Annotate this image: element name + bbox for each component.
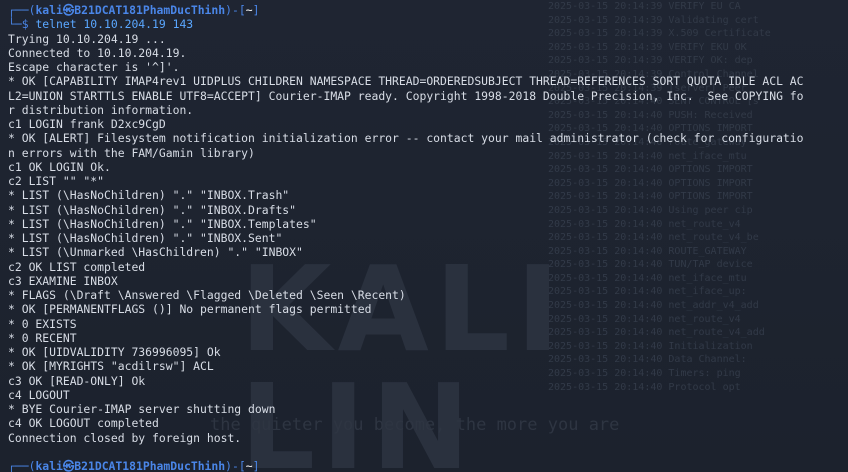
output-line: * OK [CAPABILITY IMAP4rev1 UIDPLUS CHILD… — [8, 74, 804, 89]
output-line: c3 OK [READ-ONLY] Ok — [8, 373, 146, 388]
output-block: Trying 10.10.204.19 ... Connected to 10.1… — [8, 32, 840, 445]
prompt-close: )-[ — [225, 459, 246, 472]
output-line: * OK [ALERT] Filesystem notification ini… — [8, 131, 804, 146]
prompt-path: ~ — [245, 3, 253, 17]
prompt-open: ┌──( — [8, 459, 36, 472]
output-line: c4 LOGOUT — [8, 387, 70, 402]
output-line: c1 LOGIN frank D2xc9CgD — [8, 117, 166, 131]
output-line: r distribution information. — [8, 102, 194, 117]
output-line: * OK [PERMANENTFLAGS ()] No permanent fl… — [8, 302, 372, 317]
output-line: * FLAGS (\Draft \Answered \Flagged \Dele… — [8, 288, 406, 302]
prompt-path: ~ — [245, 459, 253, 472]
terminal-window[interactable]: 2025-03-15 20:14:39 VERIFY EU CA 2025-03… — [0, 0, 848, 472]
output-line: * LIST (\HasNoChildren) "." "INBOX.Trash… — [8, 188, 290, 203]
output-line: * LIST (\HasNoChildren) "." "INBOX.Draft… — [8, 202, 297, 217]
command-text: telnet 10.10.204.19 143 — [35, 17, 194, 32]
output-line: * BYE Courier-IMAP server shutting down — [8, 402, 276, 416]
prompt-line: ┌──(kali㉿B21DCAT181PhamDucThinh)-[~] — [8, 3, 840, 17]
output-line: c3 EXAMINE INBOX — [8, 273, 118, 288]
output-line: Escape character is '^]'. — [8, 60, 180, 74]
output-line: c2 OK LIST completed — [8, 259, 146, 274]
output-line: n errors with the FAM/Gamin library) — [8, 145, 255, 160]
output-line: Connected to 10.10.204.19. — [8, 45, 187, 60]
output-line: c1 OK LOGIN Ok. — [8, 159, 111, 174]
output-line: c2 LIST "" "*" — [8, 174, 105, 188]
output-line: L2=UNION STARTTLS ENABLE UTF8=ACCEPT] Co… — [8, 88, 804, 103]
output-line: Connection closed by foreign host. — [8, 430, 242, 445]
output-line: c4 OK LOGOUT completed — [8, 416, 159, 431]
prompt-open: ┌──( — [8, 3, 36, 17]
prompt-line-2: ┌──(kali㉿B21DCAT181PhamDucThinh)-[~] — [8, 459, 840, 472]
output-line: * LIST (\HasNoChildren) "." "INBOX.Templ… — [8, 216, 317, 231]
command-line: └─$ telnet 10.10.204.19 143 — [8, 17, 840, 31]
prompt-user: kali㉿B21DCAT181PhamDucThinh — [35, 459, 226, 472]
output-line: * OK [MYRIGHTS "acdilrsw"] ACL — [8, 359, 214, 374]
output-line: * LIST (\HasNoChildren) "." "INBOX.Sent" — [8, 231, 283, 245]
prompt-end: ] — [252, 3, 260, 17]
prompt-user: kali㉿B21DCAT181PhamDucThinh — [35, 3, 226, 17]
terminal-output[interactable]: ┌──(kali㉿B21DCAT181PhamDucThinh)-[~] └─$… — [8, 3, 840, 472]
output-line: * 0 EXISTS — [8, 316, 77, 331]
output-line: * 0 RECENT — [8, 330, 77, 345]
output-line: Trying 10.10.204.19 ... — [8, 31, 166, 46]
output-line: * LIST (\Unmarked \HasChildren) "." "INB… — [8, 245, 303, 260]
prompt-close: )-[ — [225, 3, 246, 17]
prompt-end: ] — [252, 459, 260, 472]
output-line: * OK [UIDVALIDITY 736996095] Ok — [8, 345, 221, 359]
prompt-arrow: └─$ — [8, 17, 29, 32]
